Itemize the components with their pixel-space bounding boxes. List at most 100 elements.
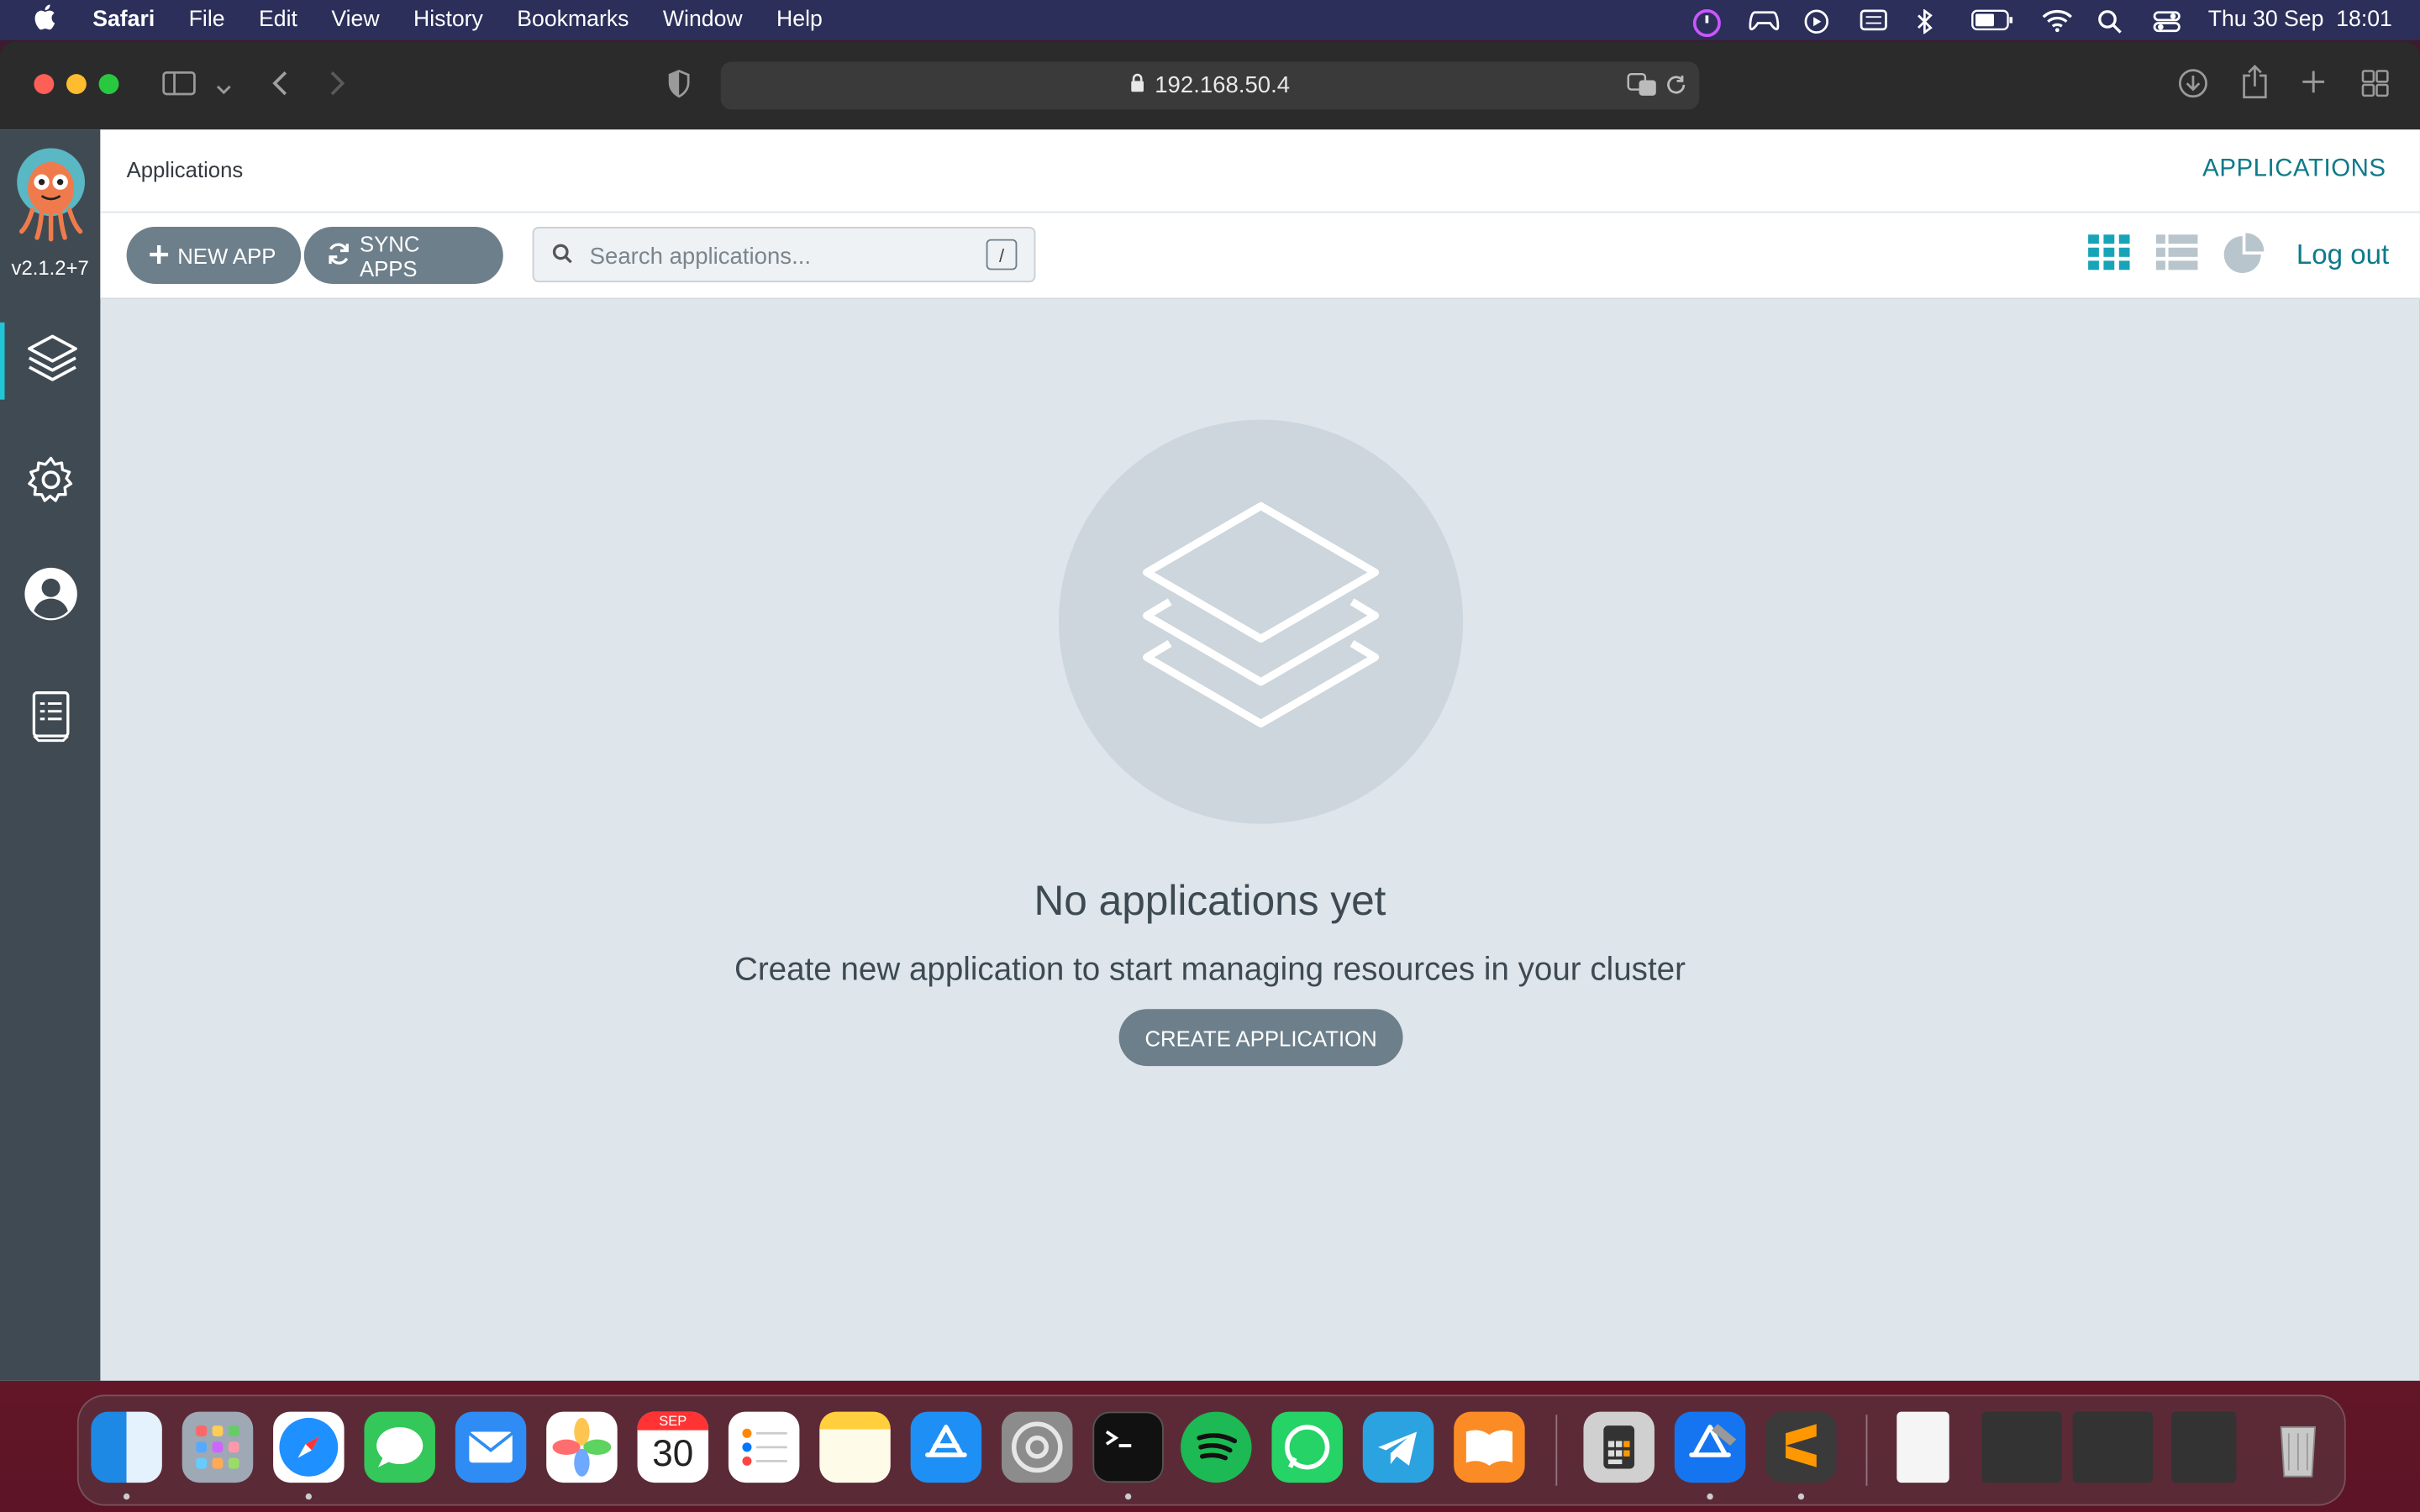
downloads-icon[interactable] (2178, 68, 2209, 107)
empty-state-title: No applications yet (1034, 878, 1386, 925)
books-icon[interactable] (1454, 1411, 1525, 1483)
sidebar-item-applications[interactable] (0, 322, 100, 400)
trash-icon[interactable] (2263, 1412, 2333, 1483)
control-center-icon[interactable] (2153, 9, 2181, 33)
spotify-icon[interactable] (1181, 1411, 1252, 1483)
privacy-shield-icon[interactable] (666, 69, 691, 107)
close-window-button[interactable] (34, 74, 55, 95)
back-arrow-icon[interactable] (270, 70, 288, 105)
new-tab-plus-icon[interactable] (2300, 68, 2328, 103)
menu-file[interactable]: File (189, 8, 225, 32)
page-top-bar: Applications APPLICATIONS (100, 129, 2420, 213)
search-icon (552, 244, 573, 271)
zoom-window-button[interactable] (98, 74, 119, 95)
url-text: 192.168.50.4 (1155, 72, 1291, 99)
reload-icon[interactable] (1665, 74, 1687, 102)
document-thumbnail[interactable] (1897, 1411, 1949, 1483)
menu-window[interactable]: Window (663, 8, 743, 32)
menu-history[interactable]: History (413, 8, 483, 32)
gear-icon (24, 453, 76, 513)
window-thumbnail-sublime-2[interactable] (2171, 1411, 2237, 1483)
empty-state-subtitle: Create new application to start managing… (734, 952, 1686, 988)
sidebar-item-settings[interactable] (0, 444, 100, 522)
launchpad-icon[interactable] (182, 1411, 254, 1483)
messages-icon[interactable] (364, 1411, 435, 1483)
search-input[interactable] (586, 228, 979, 284)
mail-icon[interactable] (455, 1411, 527, 1483)
calendar-icon[interactable]: SEP 30 (637, 1411, 709, 1483)
menu-bookmarks[interactable]: Bookmarks (517, 8, 629, 32)
sync-apps-label: SYNC APPS (359, 230, 420, 281)
calculator-icon[interactable] (1583, 1411, 1655, 1483)
calendar-day: 30 (652, 1433, 694, 1475)
layers-icon (24, 329, 80, 392)
system-preferences-icon[interactable] (1002, 1411, 1073, 1483)
battery-icon[interactable] (1970, 9, 2013, 31)
menu-help[interactable]: Help (776, 8, 823, 32)
menu-view[interactable]: View (331, 8, 379, 32)
sublime-text-icon[interactable] (1765, 1411, 1837, 1483)
menu-app-name[interactable]: Safari (92, 8, 155, 32)
safari-icon[interactable] (273, 1411, 345, 1483)
tiles-view-icon[interactable] (2088, 234, 2130, 277)
minimize-window-button[interactable] (66, 74, 87, 95)
app-store-icon[interactable] (910, 1411, 982, 1483)
gamepad-icon[interactable] (1748, 9, 1779, 31)
list-view-icon[interactable] (2155, 234, 2198, 277)
chevron-down-icon[interactable] (216, 72, 231, 105)
search-box[interactable]: / (532, 226, 1036, 284)
lock-icon (1130, 72, 1145, 98)
web-page: v2.1.2+7 Applications APPLICATIONS NEW A… (0, 129, 2420, 1381)
book-icon (30, 689, 71, 749)
sidebar: v2.1.2+7 (0, 129, 101, 1381)
play-icon[interactable] (1803, 9, 1831, 34)
notes-icon[interactable] (819, 1411, 891, 1483)
new-app-label: NEW APP (177, 243, 276, 268)
plus-icon (150, 243, 169, 267)
telegram-icon[interactable] (1362, 1411, 1434, 1483)
menu-bar-clock[interactable]: Thu 30 Sep 18:01 (2208, 8, 2392, 32)
tab-overview-icon[interactable] (2361, 70, 2389, 105)
pie-chart-view-icon[interactable] (2223, 232, 2265, 283)
terminal-icon[interactable] (1092, 1411, 1164, 1483)
power-status-icon[interactable] (1692, 9, 1721, 38)
sidebar-item-user-info[interactable] (0, 559, 100, 636)
browser-window: 192.168.50.4 v2.1.2+7 Applications APPLI… (0, 41, 2420, 1381)
search-shortcut-hint: / (986, 239, 1018, 270)
window-thumbnail-xcode[interactable] (1981, 1411, 2062, 1483)
forward-arrow-icon[interactable] (329, 70, 347, 105)
create-application-button[interactable]: CREATE APPLICATION (1118, 1009, 1403, 1067)
reminders-icon[interactable] (728, 1411, 800, 1483)
bluetooth-icon[interactable] (1915, 8, 1943, 35)
breadcrumb[interactable]: Applications (127, 157, 244, 181)
dock: SEP 30 (76, 1394, 2346, 1506)
action-toolbar: NEW APP SYNC APPS / Log out (100, 213, 2420, 300)
spotlight-search-icon[interactable] (2096, 9, 2124, 34)
photos-icon[interactable] (546, 1411, 618, 1483)
menu-bar: Safari File Edit View History Bookmarks … (0, 0, 2420, 40)
browser-toolbar: 192.168.50.4 (0, 41, 2420, 130)
address-bar[interactable]: 192.168.50.4 (720, 61, 1700, 110)
new-app-button[interactable]: NEW APP (126, 226, 302, 284)
sidebar-toggle-icon[interactable] (162, 70, 196, 105)
wifi-icon[interactable] (2041, 9, 2072, 33)
translate-icon[interactable] (1627, 72, 1658, 103)
window-thumbnail-sublime[interactable] (2072, 1411, 2154, 1483)
page-title: APPLICATIONS (2202, 155, 2386, 182)
argo-logo-icon[interactable] (13, 148, 90, 244)
finder-icon[interactable] (91, 1411, 162, 1483)
app-version: v2.1.2+7 (11, 255, 89, 280)
layers-icon (1139, 500, 1382, 751)
user-avatar-icon (23, 565, 78, 628)
calendar-month: SEP (637, 1411, 709, 1431)
share-icon[interactable] (2241, 65, 2269, 107)
sidebar-item-documentation[interactable] (0, 680, 100, 758)
logout-link[interactable]: Log out (2296, 239, 2389, 272)
empty-state-illustration (1058, 419, 1464, 824)
apple-menu-icon[interactable] (34, 3, 61, 38)
whatsapp-icon[interactable] (1271, 1411, 1343, 1483)
sync-apps-button[interactable]: SYNC APPS (303, 226, 503, 284)
keyboard-icon[interactable] (1860, 9, 1887, 31)
xcode-icon[interactable] (1674, 1411, 1746, 1483)
menu-edit[interactable]: Edit (259, 8, 297, 32)
